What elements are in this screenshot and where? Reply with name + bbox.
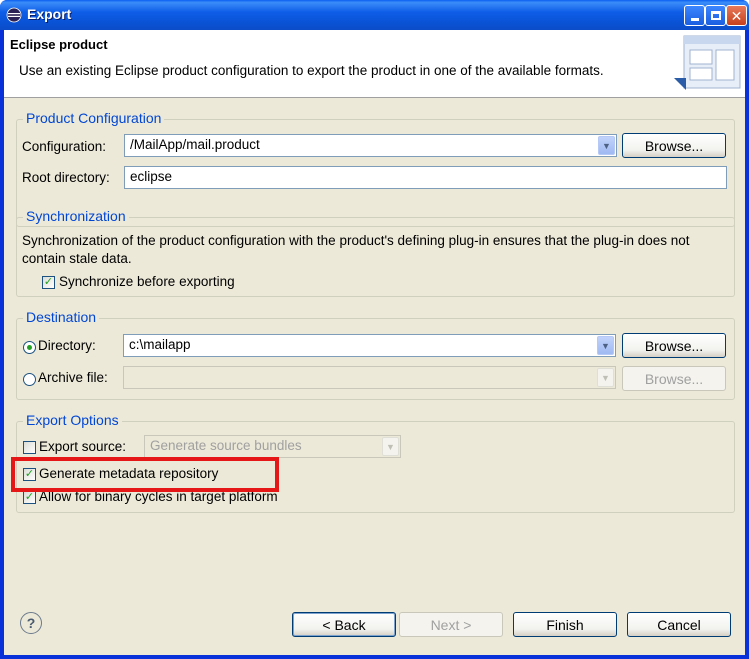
window-title: Export [27,6,72,22]
synchronize-label: Synchronize before exporting [59,274,235,289]
close-button[interactable]: ✕ [726,5,747,26]
archive-file-label: Archive file: [38,370,108,385]
checkmark-icon: ✓ [43,276,54,288]
archive-browse-button[interactable]: Browse... [622,366,726,391]
minimize-icon [690,18,699,21]
chevron-down-icon[interactable]: ▼ [598,136,615,155]
export-source-label: Export source: [39,439,127,454]
directory-browse-button[interactable]: Browse... [622,333,726,358]
dialog-client-area: Eclipse product Use an existing Eclipse … [4,30,745,655]
next-button[interactable]: Next > [399,612,503,637]
export-source-value: Generate source bundles [150,438,302,453]
cancel-button[interactable]: Cancel [627,612,731,637]
configuration-combo[interactable]: /MailApp/mail.product ▼ [124,134,617,157]
minimize-button[interactable] [684,5,705,26]
help-button[interactable]: ? [20,612,42,634]
synchronize-checkbox[interactable]: ✓ [42,276,55,289]
back-button[interactable]: < Back [292,612,396,637]
binary-cycles-checkbox[interactable]: ✓ [23,491,36,504]
destination-label: Destination [23,309,100,325]
export-window: Export ✕ Eclipse product Use an existing… [0,0,749,659]
export-wizard-icon [674,35,741,90]
close-icon: ✕ [730,7,743,24]
product-configuration-label: Product Configuration [23,110,165,126]
directory-radio[interactable] [23,341,36,354]
synchronization-description: Synchronization of the product configura… [22,233,690,266]
export-options-label: Export Options [23,412,122,428]
archive-file-combo[interactable]: ▼ [123,366,616,389]
banner-title: Eclipse product [10,37,108,52]
directory-label: Directory: [38,338,96,353]
directory-value: c:\mailapp [129,337,191,352]
maximize-button[interactable] [705,5,726,26]
eclipse-icon [6,7,22,23]
title-bar[interactable]: Export ✕ [0,0,749,30]
chevron-down-icon: ▼ [382,437,399,456]
destination-group: Destination Directory: c:\mailapp ▼ Brow… [16,309,735,400]
configuration-value: /MailApp/mail.product [130,137,260,152]
banner-description: Use an existing Eclipse product configur… [19,63,604,78]
root-directory-label: Root directory: [22,170,110,185]
wizard-banner: Eclipse product Use an existing Eclipse … [4,30,745,98]
configuration-label: Configuration: [22,139,107,154]
export-source-combo[interactable]: Generate source bundles ▼ [144,435,401,458]
maximize-icon [710,11,721,20]
checkmark-icon: ✓ [24,491,35,503]
export-source-checkbox[interactable] [23,441,36,454]
chevron-down-icon[interactable]: ▼ [597,336,614,355]
root-directory-input[interactable]: eclipse [124,166,727,189]
directory-combo[interactable]: c:\mailapp ▼ [123,334,616,357]
configuration-browse-button[interactable]: Browse... [622,133,726,158]
synchronization-group: Synchronization Synchronization of the p… [16,208,735,297]
help-icon: ? [26,615,36,631]
synchronization-label: Synchronization [23,208,129,224]
highlight-box [11,457,279,492]
chevron-down-icon: ▼ [597,368,614,387]
archive-file-radio[interactable] [23,373,36,386]
finish-button[interactable]: Finish [513,612,617,637]
